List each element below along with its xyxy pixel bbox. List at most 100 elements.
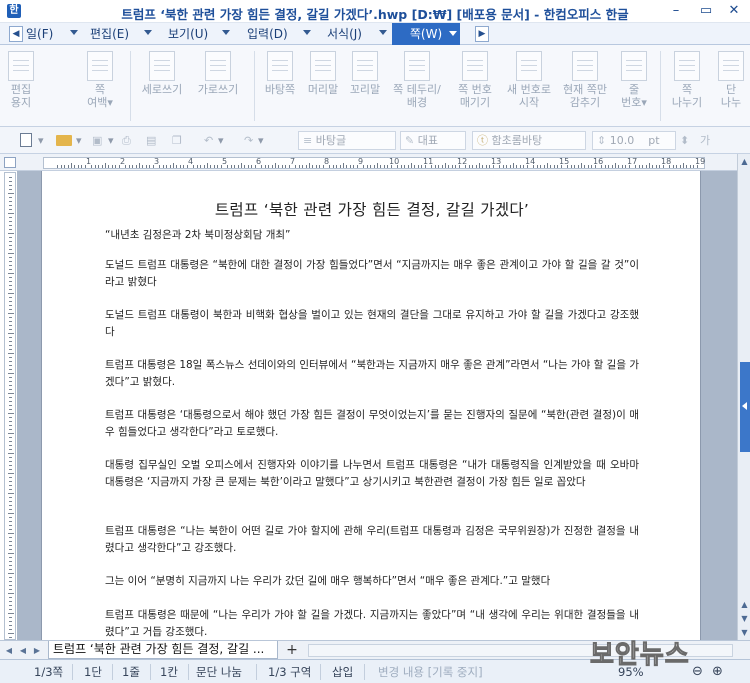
ribbon-vertical-button[interactable]: 세로쓰기 xyxy=(136,45,188,127)
status-track-changes[interactable]: 변경 내용 [기록 중지] xyxy=(378,664,483,680)
ruler-tick xyxy=(217,165,219,168)
close-button[interactable]: ✕ xyxy=(720,2,748,20)
ribbon-master-page-button[interactable]: 바탕쪽 xyxy=(258,45,302,127)
ruler-tick xyxy=(9,301,12,302)
ribbon-footer-button[interactable]: 꼬리말 xyxy=(344,45,386,127)
format-toolbar: ▾ ▾ ▣ ▾ ⎙ ▤ ❐ ↶ ▾ ↷ ▾ ≡ 바탕글 ✎ 대표 ⓣ 함초롬바탕… xyxy=(0,127,750,154)
chevron-down-icon[interactable] xyxy=(449,31,457,36)
ruler-number: 11 xyxy=(423,157,434,166)
ruler-tick xyxy=(479,163,480,168)
ruler-number: 6 xyxy=(256,157,262,166)
style-select[interactable]: ≡ 바탕글 xyxy=(298,131,396,150)
chevron-down-icon[interactable] xyxy=(379,30,387,35)
save-icon[interactable]: ▣ xyxy=(92,132,102,149)
undo-icon[interactable]: ↶ xyxy=(204,132,213,149)
tab-document[interactable]: 트럼프 ‘북한 관련 가장 힘든 결정, 갈길 ... xyxy=(48,641,278,659)
ribbon-horizontal-button[interactable]: 가로쓰기 xyxy=(192,45,244,127)
zoom-in-icon[interactable]: ⊕ xyxy=(712,664,723,680)
ribbon-column-break-button[interactable]: 단 나누 xyxy=(712,45,750,127)
menu-scroll-left-icon[interactable]: ◀ xyxy=(9,26,23,42)
ruler-tick xyxy=(9,321,12,322)
ruler-tick xyxy=(8,493,14,494)
ruler-corner-button[interactable] xyxy=(4,157,16,168)
menu-scroll-right-icon[interactable]: ▶ xyxy=(475,26,489,42)
menu-file[interactable]: 일(F) xyxy=(26,26,53,42)
ribbon-new-number-button[interactable]: 새 번호로 시작 xyxy=(502,45,556,127)
ruler-tick xyxy=(9,625,12,626)
status-section[interactable]: 1/3 구역 xyxy=(268,664,311,680)
chevron-down-icon[interactable]: ▾ xyxy=(108,132,114,149)
ruler-tick xyxy=(230,165,232,168)
ruler-tick xyxy=(9,589,12,590)
ruler-tick xyxy=(9,197,12,198)
ruler-tick xyxy=(550,165,552,168)
ruler-tick xyxy=(8,393,14,394)
ruler-tick xyxy=(173,163,174,168)
menu-format[interactable]: 서식(J) xyxy=(327,26,362,42)
size-stepper-icon[interactable]: ⬍ xyxy=(680,132,689,149)
print-icon[interactable]: ⎙ xyxy=(122,132,131,149)
font-size-input[interactable]: ⇕ 10.0 pt xyxy=(592,131,676,150)
ribbon-header-button[interactable]: 머리말 xyxy=(302,45,344,127)
bold-icon[interactable]: 가 xyxy=(700,132,710,149)
ribbon-border-button[interactable]: 쪽 테두리/ 배경 xyxy=(386,45,448,127)
font-select[interactable]: ⓣ 함초롬바탕 xyxy=(472,131,586,150)
chevron-down-icon[interactable] xyxy=(144,30,152,35)
restore-button[interactable]: ▭ xyxy=(692,2,720,20)
scroll-up-icon[interactable]: ▲ xyxy=(740,157,749,166)
vertical-ruler[interactable] xyxy=(4,172,16,640)
scroll-up-page-icon[interactable]: ▲ xyxy=(740,600,749,609)
side-panel-toggle[interactable] xyxy=(740,362,750,452)
chevron-down-icon[interactable]: ▾ xyxy=(38,132,44,149)
chevron-down-icon[interactable]: ▾ xyxy=(218,132,224,149)
ruler-tick xyxy=(302,165,304,168)
ruler-tick xyxy=(264,165,266,168)
ruler-tick xyxy=(149,165,151,168)
chevron-down-icon[interactable] xyxy=(303,30,311,35)
menu-insert[interactable]: 입력(D) xyxy=(247,26,288,42)
ruler-tick xyxy=(9,317,12,318)
ribbon-margin-button[interactable]: 쪽 여백▾ xyxy=(80,45,120,127)
chevron-down-icon[interactable]: ▾ xyxy=(258,132,264,149)
ruler-tick xyxy=(353,165,355,168)
ruler-tick xyxy=(400,165,402,168)
status-page[interactable]: 1/3쪽 xyxy=(34,664,63,680)
ribbon-page-setup-button[interactable]: 편집 용지 xyxy=(2,45,40,127)
ruler-tick xyxy=(540,165,542,168)
open-folder-icon[interactable] xyxy=(56,135,72,146)
document-page[interactable]: 트럼프 ‘북한 관련 가장 힘든 결정, 갈길 가겠다’ “내년초 김정은과 2… xyxy=(41,171,701,640)
ribbon-page-number-button[interactable]: 쪽 번호 매기기 xyxy=(450,45,500,127)
preview-icon[interactable]: ▤ xyxy=(146,132,156,149)
add-tab-button[interactable]: + xyxy=(282,642,302,658)
ruler-tick xyxy=(9,609,12,610)
scroll-down-page-icon[interactable]: ▼ xyxy=(740,614,749,623)
tab-prev-icon[interactable]: ◀ xyxy=(18,645,28,656)
chevron-down-icon[interactable] xyxy=(222,30,230,35)
status-insert-mode[interactable]: 삽입 xyxy=(332,664,353,680)
chevron-down-icon[interactable] xyxy=(70,30,78,35)
minimize-button[interactable]: – xyxy=(662,2,690,20)
horizontal-ruler[interactable]: 1 2 3 4 5 6 7 8 9 10 11 12 13 14 15 16 17 18 19 xyxy=(43,157,705,169)
ruler-tick xyxy=(9,361,12,362)
ribbon-page-break-button[interactable]: 쪽 나누기 xyxy=(664,45,710,127)
ruler-tick xyxy=(9,177,12,178)
tab-first-icon[interactable]: ◀ xyxy=(4,645,14,656)
tab-next-icon[interactable]: ▶ xyxy=(32,645,42,656)
menu-view[interactable]: 보기(U) xyxy=(168,26,208,42)
ribbon-hide-button[interactable]: 현재 쪽만 감추기 xyxy=(558,45,612,127)
status-divider xyxy=(72,664,73,680)
chevron-down-icon[interactable]: ▾ xyxy=(76,132,82,149)
ruler-tick xyxy=(377,163,378,168)
menu-edit[interactable]: 편집(E) xyxy=(90,26,129,42)
ruler-tick xyxy=(417,165,419,168)
ruler-number: 16 xyxy=(593,157,604,166)
language-select[interactable]: ✎ 대표 xyxy=(400,131,466,150)
redo-icon[interactable]: ↷ xyxy=(244,132,253,149)
ruler-tick xyxy=(451,165,453,168)
copy-icon[interactable]: ❐ xyxy=(172,132,182,149)
ribbon-line-number-button[interactable]: 줄 번호▾ xyxy=(614,45,654,127)
new-document-icon[interactable] xyxy=(20,133,32,147)
ruler-tick xyxy=(9,349,12,350)
scroll-down-icon[interactable]: ▼ xyxy=(740,628,749,637)
zoom-out-icon[interactable]: ⊖ xyxy=(692,664,703,680)
